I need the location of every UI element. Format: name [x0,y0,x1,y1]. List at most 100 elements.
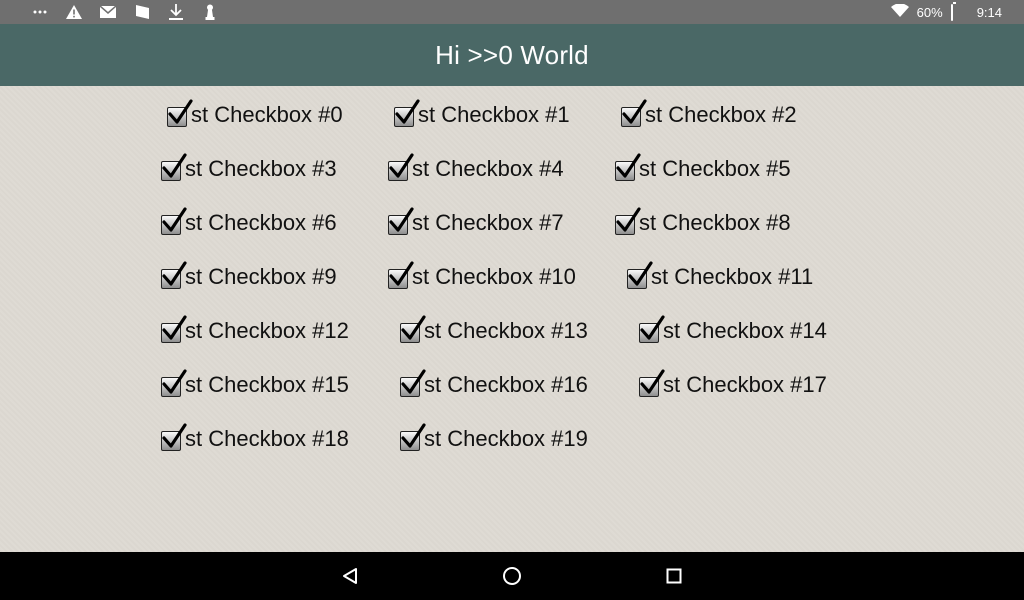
checkbox-label: st Checkbox #6 [185,210,337,235]
checkbox-label: st Checkbox #14 [663,318,827,343]
checkbox-label: st Checkbox #19 [424,426,588,451]
check-icon [395,99,420,124]
check-icon [389,207,414,232]
check-icon [628,261,653,286]
check-icon [401,315,426,340]
checkbox-label: st Checkbox #8 [639,210,791,235]
checkbox-17[interactable]: st Checkbox #17 [639,369,827,400]
check-icon [162,315,187,340]
check-icon [162,153,187,178]
wifi-icon [890,3,909,20]
checkbox-label: st Checkbox #2 [645,102,797,127]
checkbox-label: st Checkbox #0 [191,102,343,127]
checkbox-label: st Checkbox #9 [185,264,337,289]
checkbox-label: st Checkbox #1 [418,102,570,127]
check-icon [168,99,193,124]
flag-icon [132,0,152,24]
checkbox-1[interactable]: st Checkbox #1 [394,99,570,130]
checkbox-box[interactable] [161,369,187,397]
check-icon [616,207,641,232]
mail-icon [98,0,118,24]
checkbox-16[interactable]: st Checkbox #16 [400,369,588,400]
checkbox-12[interactable]: st Checkbox #12 [161,315,349,346]
battery-icon [950,1,956,21]
check-icon [162,423,187,448]
checkbox-9[interactable]: st Checkbox #9 [161,261,337,292]
checkbox-label: st Checkbox #10 [412,264,576,289]
check-icon [162,369,187,394]
checkbox-label: st Checkbox #13 [424,318,588,343]
checkbox-box[interactable] [161,153,187,181]
checkbox-10[interactable]: st Checkbox #10 [388,261,576,292]
checkbox-label: st Checkbox #17 [663,372,827,397]
check-icon [616,153,641,178]
checkbox-box[interactable] [388,153,414,181]
checkbox-box[interactable] [639,315,665,343]
check-icon [389,261,414,286]
check-icon [162,261,187,286]
checkbox-box[interactable] [161,315,187,343]
checkbox-box[interactable] [167,99,193,127]
checkbox-grid: st Checkbox #0 st Checkbox #1 st Checkbox … [0,86,1024,552]
checkbox-box[interactable] [394,99,420,127]
checkbox-box[interactable] [615,153,641,181]
recents-icon[interactable] [662,564,686,588]
checkbox-box[interactable] [639,369,665,397]
checkbox-box[interactable] [621,99,647,127]
checkbox-label: st Checkbox #5 [639,156,791,181]
checkbox-2[interactable]: st Checkbox #2 [621,99,797,130]
checkbox-box[interactable] [161,207,187,235]
back-icon[interactable] [338,564,362,588]
checkbox-label: st Checkbox #4 [412,156,564,181]
checkbox-box[interactable] [161,261,187,289]
checkbox-label: st Checkbox #12 [185,318,349,343]
check-icon [640,369,665,394]
checkbox-14[interactable]: st Checkbox #14 [639,315,827,346]
checkbox-8[interactable]: st Checkbox #8 [615,207,791,238]
checkbox-box[interactable] [627,261,653,289]
check-icon [401,369,426,394]
checkbox-label: st Checkbox #7 [412,210,564,235]
navigation-bar [0,552,1024,600]
checkbox-label: st Checkbox #3 [185,156,337,181]
app-bar: Hi >>0 World [0,24,1024,86]
battery-percent: 60% [916,4,943,20]
checkbox-box[interactable] [400,423,426,451]
checkbox-0[interactable]: st Checkbox #0 [167,99,343,130]
more-icon [30,0,50,24]
checkbox-label: st Checkbox #16 [424,372,588,397]
check-icon [401,423,426,448]
checkbox-6[interactable]: st Checkbox #6 [161,207,337,238]
checkbox-box[interactable] [161,423,187,451]
clock: 9:14 [976,4,1002,20]
warning-icon [64,0,84,24]
checkbox-label: st Checkbox #15 [185,372,349,397]
check-icon [389,153,414,178]
checkbox-label: st Checkbox #18 [185,426,349,451]
checkbox-3[interactable]: st Checkbox #3 [161,153,337,184]
checkbox-18[interactable]: st Checkbox #18 [161,423,349,454]
checkbox-19[interactable]: st Checkbox #19 [400,423,588,454]
home-icon[interactable] [500,564,524,588]
checkbox-box[interactable] [400,369,426,397]
page-title: Hi >>0 World [435,39,589,70]
checkbox-13[interactable]: st Checkbox #13 [400,315,588,346]
check-icon [622,99,647,124]
checkbox-label: st Checkbox #11 [651,264,814,289]
checkbox-box[interactable] [400,315,426,343]
status-bar: 60% 9:14 [0,0,1024,24]
status-indicators: 60% 9:14 [890,0,1002,24]
check-icon [162,207,187,232]
checkbox-4[interactable]: st Checkbox #4 [388,153,564,184]
check-icon [640,315,665,340]
checkbox-box[interactable] [615,207,641,235]
checkbox-15[interactable]: st Checkbox #15 [161,369,349,400]
checkbox-7[interactable]: st Checkbox #7 [388,207,564,238]
checkbox-11[interactable]: st Checkbox #11 [627,261,814,292]
chess-pawn-icon [200,0,220,24]
checkbox-box[interactable] [388,261,414,289]
checkbox-5[interactable]: st Checkbox #5 [615,153,791,184]
download-icon [166,0,186,24]
notification-icons [30,0,220,24]
checkbox-box[interactable] [388,207,414,235]
